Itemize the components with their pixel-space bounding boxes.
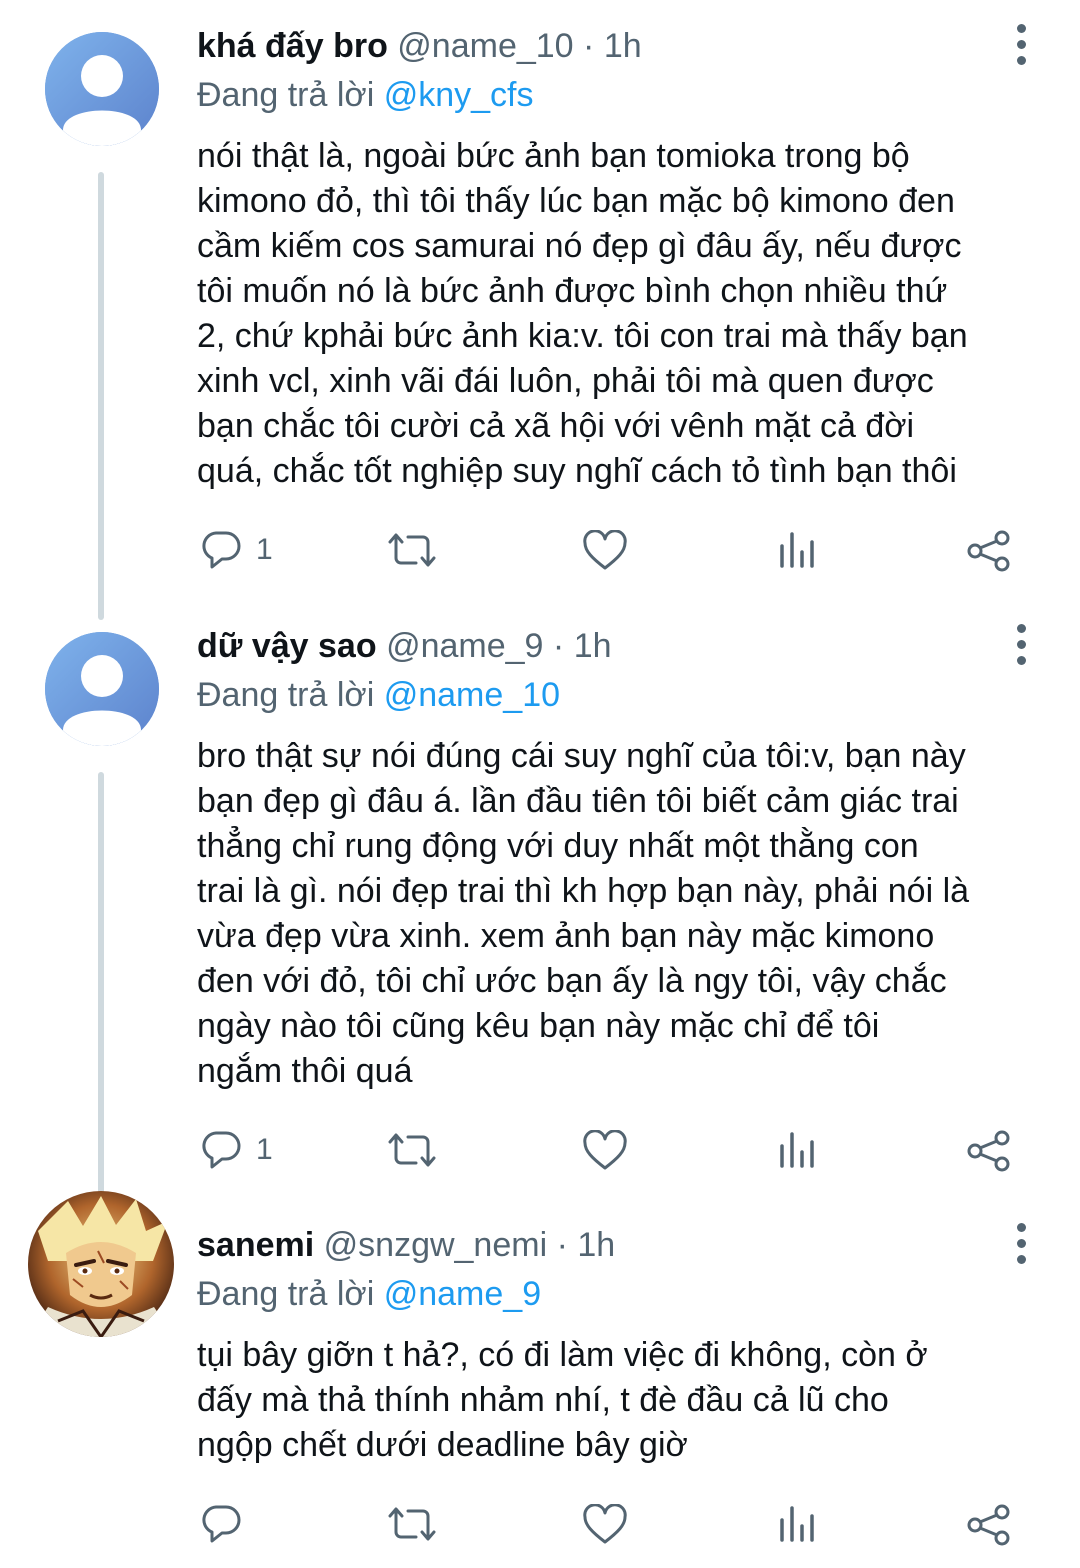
reply-button[interactable]: 1 bbox=[200, 530, 273, 570]
tweet-reply[interactable]: sanemi @snzgw_nemi · 1h Đang trả lời @na… bbox=[0, 1191, 1080, 1568]
reply-button[interactable] bbox=[200, 1504, 242, 1544]
heart-icon bbox=[583, 530, 627, 570]
action-bar: 1 bbox=[0, 522, 1080, 582]
user-handle[interactable]: @name_10 bbox=[397, 27, 573, 65]
retweet-button[interactable] bbox=[386, 530, 438, 570]
views-button[interactable] bbox=[778, 1504, 818, 1544]
avatar[interactable] bbox=[28, 1191, 174, 1337]
like-button[interactable] bbox=[582, 1504, 628, 1546]
tweet-text-line: quá, chắc tốt nghiệp suy nghĩ cách tỏ tì… bbox=[197, 452, 957, 490]
tweet-header: sanemi @snzgw_nemi · 1h bbox=[197, 1225, 615, 1265]
display-name[interactable]: sanemi bbox=[197, 1226, 314, 1264]
timestamp[interactable]: 1h bbox=[604, 27, 642, 65]
share-button[interactable] bbox=[966, 530, 1012, 572]
timestamp[interactable]: 1h bbox=[574, 627, 612, 665]
tweet-text-line: xinh vcl, xinh vãi đái luôn, phải tôi mà… bbox=[197, 362, 934, 400]
replying-to: Đang trả lời @kny_cfs bbox=[197, 74, 534, 116]
share-button[interactable] bbox=[966, 1504, 1012, 1546]
separator: · bbox=[556, 1226, 568, 1264]
heart-icon bbox=[583, 1504, 627, 1544]
tweet-text-line: kimono đỏ, thì tôi thấy lúc bạn mặc bộ k… bbox=[197, 182, 955, 220]
anime-character-avatar bbox=[28, 1191, 174, 1337]
avatar[interactable] bbox=[45, 32, 159, 146]
user-handle[interactable]: @name_9 bbox=[386, 627, 543, 665]
share-icon bbox=[967, 530, 1010, 572]
separator: · bbox=[583, 27, 595, 65]
timestamp[interactable]: 1h bbox=[577, 1226, 615, 1264]
more-vertical-icon[interactable] bbox=[1008, 1219, 1034, 1271]
avatar[interactable] bbox=[45, 632, 159, 746]
mention-link[interactable]: @name_10 bbox=[384, 676, 560, 714]
replying-prefix: Đang trả lời bbox=[197, 676, 375, 714]
retweet-icon bbox=[388, 1507, 436, 1541]
tweet-text-line: bro thật sự nói đúng cái suy nghĩ của tô… bbox=[197, 737, 966, 775]
display-name[interactable]: khá đấy bro bbox=[197, 27, 388, 65]
mention-link[interactable]: @name_9 bbox=[384, 1275, 541, 1313]
mention-link[interactable]: @kny_cfs bbox=[384, 76, 534, 114]
reply-icon bbox=[202, 1131, 241, 1169]
like-button[interactable] bbox=[582, 1130, 628, 1172]
more-vertical-icon[interactable] bbox=[1008, 620, 1034, 672]
reply-count: 1 bbox=[256, 533, 273, 566]
separator: · bbox=[552, 627, 565, 665]
tweet-text-line: thẳng chỉ rung động với duy nhất một thằ… bbox=[197, 827, 919, 865]
retweet-button[interactable] bbox=[386, 1504, 438, 1544]
tweet-text-line: trai là gì. nói đẹp trai thì kh hợp bạn … bbox=[197, 872, 970, 910]
views-button[interactable] bbox=[778, 1130, 818, 1170]
retweet-icon bbox=[388, 533, 436, 567]
tweet-text-line: đen với đỏ, tôi chỉ ước bạn ấy là ngy tô… bbox=[197, 962, 947, 1000]
tweet-text-line: vừa đẹp vừa xinh. xem ảnh bạn này mặc ki… bbox=[197, 917, 935, 955]
tweet-text-line: ngày nào tôi cũng kêu bạn này mặc chỉ để… bbox=[197, 1007, 880, 1045]
replying-to: Đang trả lời @name_9 bbox=[197, 1273, 541, 1315]
more-vertical-icon[interactable] bbox=[1008, 20, 1034, 72]
tweet-reply[interactable]: dữ vậy sao @name_9 · 1h Đang trả lời @na… bbox=[0, 600, 1080, 1220]
action-bar: 1 bbox=[0, 1122, 1080, 1182]
retweet-button[interactable] bbox=[386, 1130, 438, 1170]
default-avatar-icon bbox=[45, 32, 159, 146]
tweet-text: bro thật sự nói đúng cái suy nghĩ của tô… bbox=[197, 734, 1047, 1094]
tweet-text-line: tụi bây giỡn t hả?, có đi làm việc đi kh… bbox=[197, 1336, 928, 1374]
tweet-header: khá đấy bro @name_10 · 1h bbox=[197, 26, 642, 66]
tweet-text: nói thật là, ngoài bức ảnh bạn tomioka t… bbox=[197, 134, 1047, 494]
reply-count: 1 bbox=[256, 1133, 273, 1166]
analytics-icon bbox=[780, 1506, 814, 1542]
reply-button[interactable]: 1 bbox=[200, 1130, 273, 1170]
tweet-text: tụi bây giỡn t hả?, có đi làm việc đi kh… bbox=[197, 1333, 1047, 1468]
tweet-text-line: bạn chắc tôi cười cả xã hội với vênh mặt… bbox=[197, 407, 915, 445]
views-button[interactable] bbox=[778, 530, 818, 570]
tweet-text-line: bạn đẹp gì đâu á. lần đầu tiên tôi biết … bbox=[197, 782, 959, 820]
replying-prefix: Đang trả lời bbox=[197, 1275, 375, 1313]
like-button[interactable] bbox=[582, 530, 628, 572]
tweet-text-line: tôi muốn nó là bức ảnh được bình chọn nh… bbox=[197, 272, 948, 310]
tweet-text-line: 2, chứ kphải bức ảnh kia:v. tôi con trai… bbox=[197, 317, 968, 355]
analytics-icon bbox=[780, 1132, 814, 1168]
tweet-text-line: ngắm thôi quá bbox=[197, 1052, 413, 1090]
replying-to: Đang trả lời @name_10 bbox=[197, 674, 560, 716]
reply-icon bbox=[202, 1505, 241, 1543]
replying-prefix: Đang trả lời bbox=[197, 76, 375, 114]
display-name[interactable]: dữ vậy sao bbox=[197, 627, 377, 665]
heart-icon bbox=[583, 1130, 627, 1170]
tweet-header: dữ vậy sao @name_9 · 1h bbox=[197, 626, 612, 666]
tweet-text-line: đấy mà thả thính nhảm nhí, t đè đầu cả l… bbox=[197, 1381, 889, 1419]
share-icon bbox=[967, 1504, 1010, 1546]
tweet-reply[interactable]: khá đấy bro @name_10 · 1h Đang trả lời @… bbox=[0, 0, 1080, 620]
analytics-icon bbox=[780, 532, 814, 568]
retweet-icon bbox=[388, 1133, 436, 1167]
tweet-text-line: nói thật là, ngoài bức ảnh bạn tomioka t… bbox=[197, 137, 910, 175]
action-bar bbox=[0, 1496, 1080, 1556]
tweet-text-line: cầm kiếm cos samurai nó đẹp gì đâu ấy, n… bbox=[197, 227, 962, 265]
user-handle[interactable]: @snzgw_nemi bbox=[324, 1226, 548, 1264]
reply-icon bbox=[202, 531, 241, 569]
default-avatar-icon bbox=[45, 632, 159, 746]
tweet-text-line: ngộp chết dưới deadline bây giờ bbox=[197, 1426, 688, 1464]
share-icon bbox=[967, 1130, 1010, 1172]
share-button[interactable] bbox=[966, 1130, 1012, 1172]
